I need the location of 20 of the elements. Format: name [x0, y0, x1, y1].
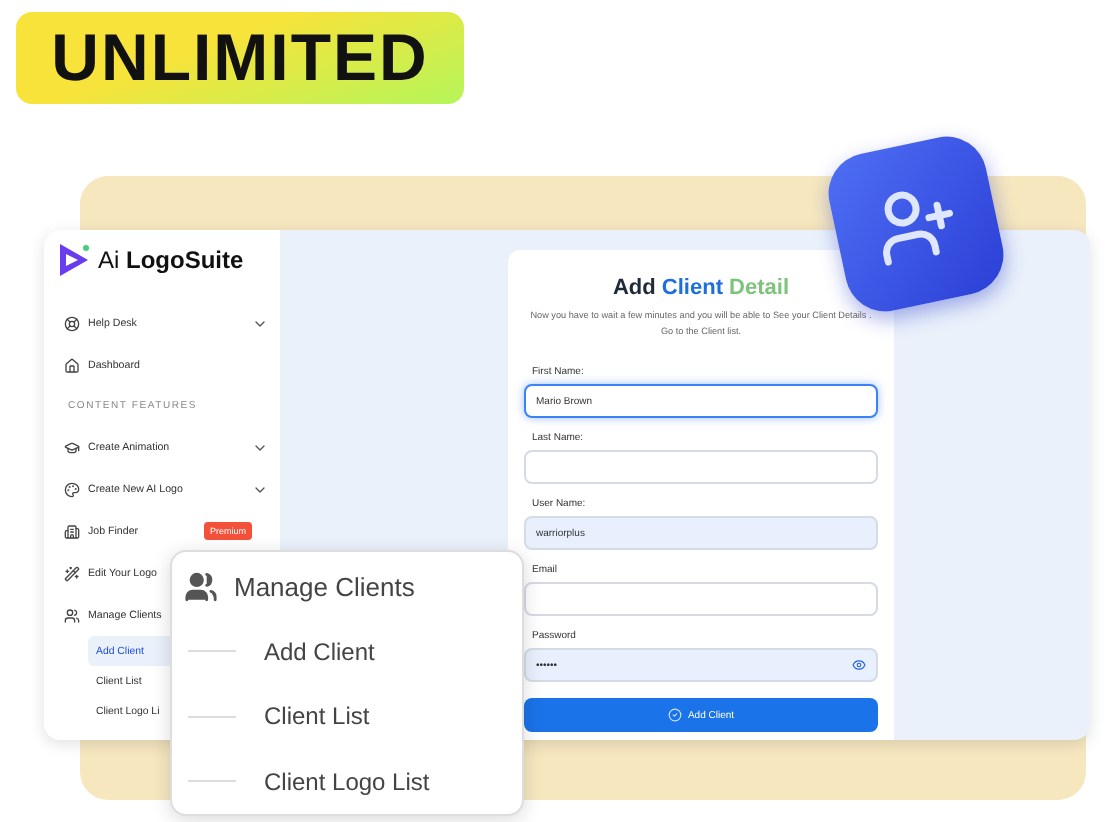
input-field[interactable] — [524, 450, 878, 484]
input-field[interactable] — [524, 582, 878, 616]
menu-icon — [64, 523, 80, 539]
menu-icon — [64, 315, 80, 331]
popup-item[interactable]: Add Client — [264, 637, 375, 666]
menu-icon — [64, 439, 80, 455]
check-icon — [667, 708, 682, 722]
users-icon — [184, 570, 218, 605]
eye-icon[interactable] — [852, 658, 866, 672]
popup-item[interactable]: Client List — [264, 702, 370, 731]
unlimited-banner: UNLIMITED — [16, 12, 464, 104]
menu-icon — [64, 565, 80, 581]
popup-item[interactable]: Client Logo List — [264, 767, 430, 796]
popup-title: Manage Clients — [234, 572, 415, 603]
form-title: Add Client Detail — [610, 276, 792, 300]
menu-icon — [64, 357, 80, 373]
play-logo-icon — [56, 242, 92, 278]
menu-icon — [64, 481, 80, 497]
menu-icon — [64, 607, 80, 623]
logo-text: Ai LogoSuite — [98, 246, 244, 274]
